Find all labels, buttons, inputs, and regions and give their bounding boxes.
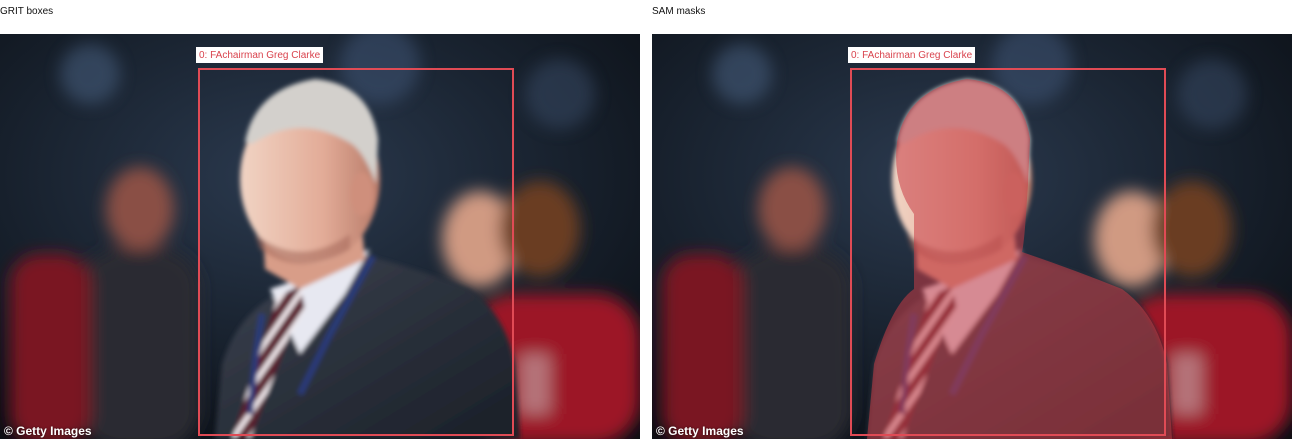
mask-image: 0: FAchairman Greg Clarke © Getty Images	[652, 34, 1292, 439]
bounding-box[interactable]	[850, 68, 1166, 436]
getty-watermark: © Getty Images	[4, 424, 92, 438]
bounding-box-label: 0: FAchairman Greg Clarke	[848, 47, 976, 63]
bounding-box-label: 0: FAchairman Greg Clarke	[196, 47, 324, 63]
panel-title: SAM masks	[652, 6, 706, 17]
bounding-box[interactable]	[198, 68, 514, 436]
getty-watermark: © Getty Images	[656, 424, 744, 438]
detection-image: 0: FAchairman Greg Clarke © Getty Images	[0, 34, 640, 439]
panel-title: GRIT boxes	[0, 6, 54, 17]
grit-boxes-panel: GRIT boxes 0: FAchairman Greg Clarke © G…	[0, 0, 640, 439]
sam-masks-panel: SAM masks 0: FAchairman Greg Clarke © Ge…	[652, 0, 1292, 439]
